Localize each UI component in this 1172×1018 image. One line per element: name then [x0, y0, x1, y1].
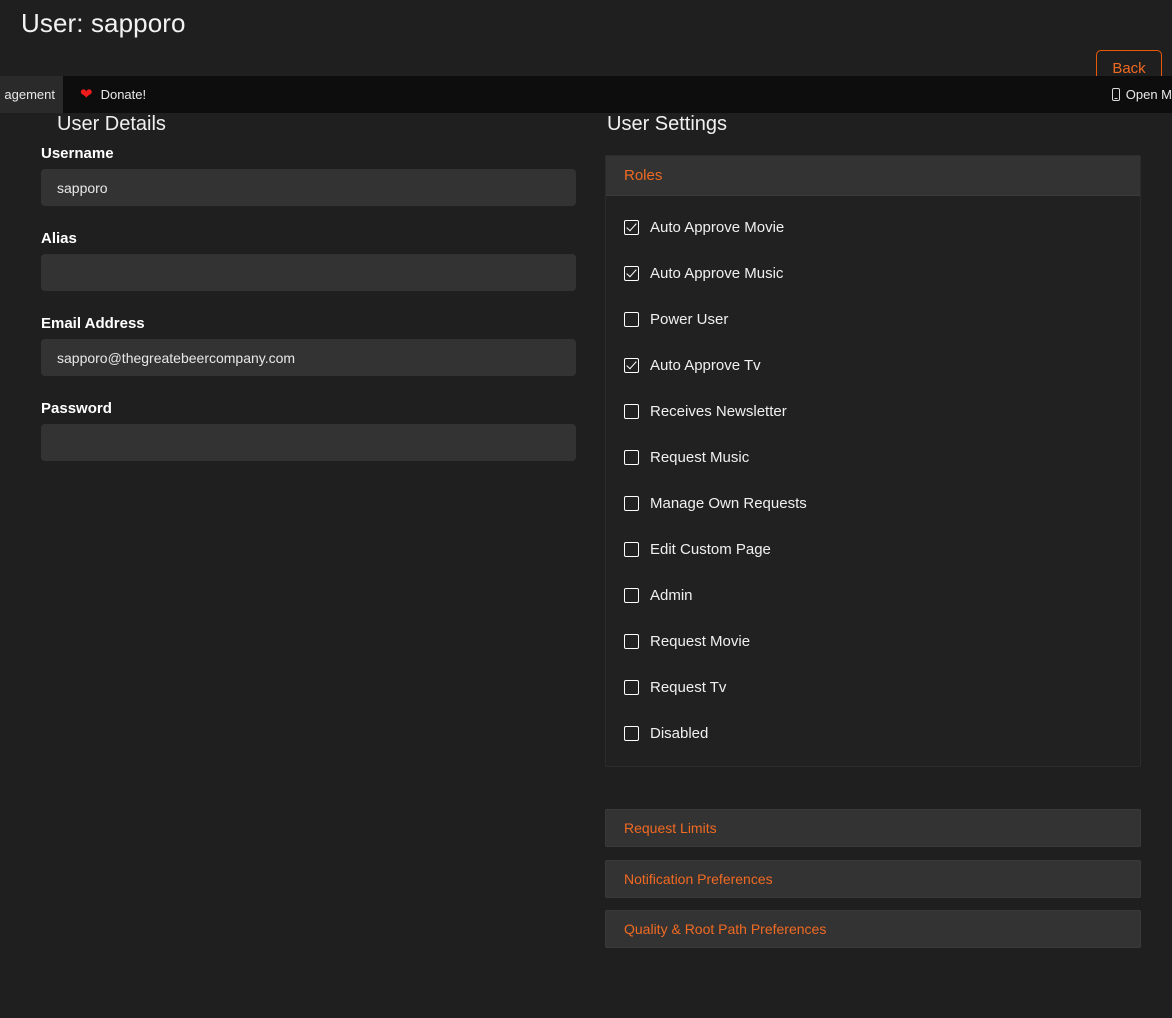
password-input[interactable]: [41, 424, 576, 461]
role-checkbox-row[interactable]: Request Music: [624, 446, 1140, 468]
roles-list: Auto Approve Movie Auto Approve Music Po…: [606, 196, 1140, 766]
role-checkbox-row[interactable]: Disabled: [624, 722, 1140, 744]
nav-item-user-management[interactable]: agement: [0, 76, 63, 113]
user-details-title: User Details: [57, 113, 166, 135]
role-label: Disabled: [650, 724, 709, 742]
accordion-request-limits[interactable]: Request Limits: [605, 809, 1141, 847]
user-settings-title: User Settings: [607, 113, 728, 135]
email-input[interactable]: [41, 339, 576, 376]
role-checkbox-row[interactable]: Manage Own Requests: [624, 492, 1140, 514]
nav-item-open-mobile-app[interactable]: Open M: [1111, 76, 1172, 113]
role-label: Admin: [650, 586, 693, 604]
role-label: Request Tv: [650, 678, 727, 696]
heart-icon: ❤: [80, 86, 93, 103]
email-field-group: Email Address: [41, 315, 576, 376]
user-edit-page: User: sapporo Back agement ❤ Donate! Ope…: [0, 0, 1172, 1018]
page-header: User: sapporo Back: [0, 0, 1172, 88]
checkbox-unchecked-icon[interactable]: [624, 495, 639, 511]
checkbox-unchecked-icon[interactable]: [624, 725, 639, 741]
checkbox-unchecked-icon[interactable]: [624, 633, 639, 649]
checkbox-unchecked-icon[interactable]: [624, 679, 639, 695]
role-checkbox-row[interactable]: Receives Newsletter: [624, 400, 1140, 422]
email-label: Email Address: [41, 315, 145, 332]
username-label: Username: [41, 145, 114, 162]
alias-field-group: Alias: [41, 230, 576, 291]
checkbox-unchecked-icon[interactable]: [624, 311, 639, 327]
nav-donate-label: Donate!: [100, 87, 147, 102]
role-label: Auto Approve Music: [650, 264, 784, 282]
checkbox-unchecked-icon[interactable]: [624, 449, 639, 465]
role-checkbox-row[interactable]: Request Movie: [624, 630, 1140, 652]
accordion-quality-root-path-preferences[interactable]: Quality & Root Path Preferences: [605, 910, 1141, 948]
role-checkbox-row[interactable]: Auto Approve Tv: [624, 354, 1140, 376]
checkbox-checked-icon[interactable]: [624, 219, 639, 235]
nav-right-label: Open M: [1125, 87, 1172, 102]
nav-item-donate[interactable]: ❤ Donate!: [80, 76, 146, 113]
role-label: Request Music: [650, 448, 750, 466]
username-field-group: Username: [41, 145, 576, 206]
accordion-notification-preferences[interactable]: Notification Preferences: [605, 860, 1141, 898]
role-label: Request Movie: [650, 632, 751, 650]
main-content: User Details Username Alias Email Addres…: [0, 76, 1172, 1018]
checkbox-checked-icon[interactable]: [624, 357, 639, 373]
roles-panel: Roles Auto Approve Movie Auto Approve Mu…: [605, 155, 1141, 767]
alias-label: Alias: [41, 230, 77, 247]
alias-input[interactable]: [41, 254, 576, 291]
username-input[interactable]: [41, 169, 576, 206]
password-label: Password: [41, 400, 112, 417]
password-field-group: Password: [41, 400, 576, 461]
role-checkbox-row[interactable]: Auto Approve Movie: [624, 216, 1140, 238]
checkbox-checked-icon[interactable]: [624, 265, 639, 281]
role-checkbox-row[interactable]: Power User: [624, 308, 1140, 330]
role-checkbox-row[interactable]: Edit Custom Page: [624, 538, 1140, 560]
checkbox-unchecked-icon[interactable]: [624, 541, 639, 557]
roles-panel-header[interactable]: Roles: [606, 156, 1140, 196]
role-label: Power User: [650, 310, 729, 328]
role-checkbox-row[interactable]: Admin: [624, 584, 1140, 606]
role-label: Auto Approve Tv: [650, 356, 761, 374]
role-label: Auto Approve Movie: [650, 218, 785, 236]
navbar: agement ❤ Donate! Open M: [0, 76, 1172, 113]
page-title: User: sapporo: [21, 8, 186, 38]
role-label: Manage Own Requests: [650, 494, 807, 512]
role-label: Edit Custom Page: [650, 540, 771, 558]
checkbox-unchecked-icon[interactable]: [624, 403, 639, 419]
role-checkbox-row[interactable]: Request Tv: [624, 676, 1140, 698]
footer-actions: Update Delete Send Reset Password Link: [0, 971, 1172, 1018]
checkbox-unchecked-icon[interactable]: [624, 587, 639, 603]
role-label: Receives Newsletter: [650, 402, 787, 420]
role-checkbox-row[interactable]: Auto Approve Music: [624, 262, 1140, 284]
mobile-phone-icon: [1111, 88, 1120, 101]
